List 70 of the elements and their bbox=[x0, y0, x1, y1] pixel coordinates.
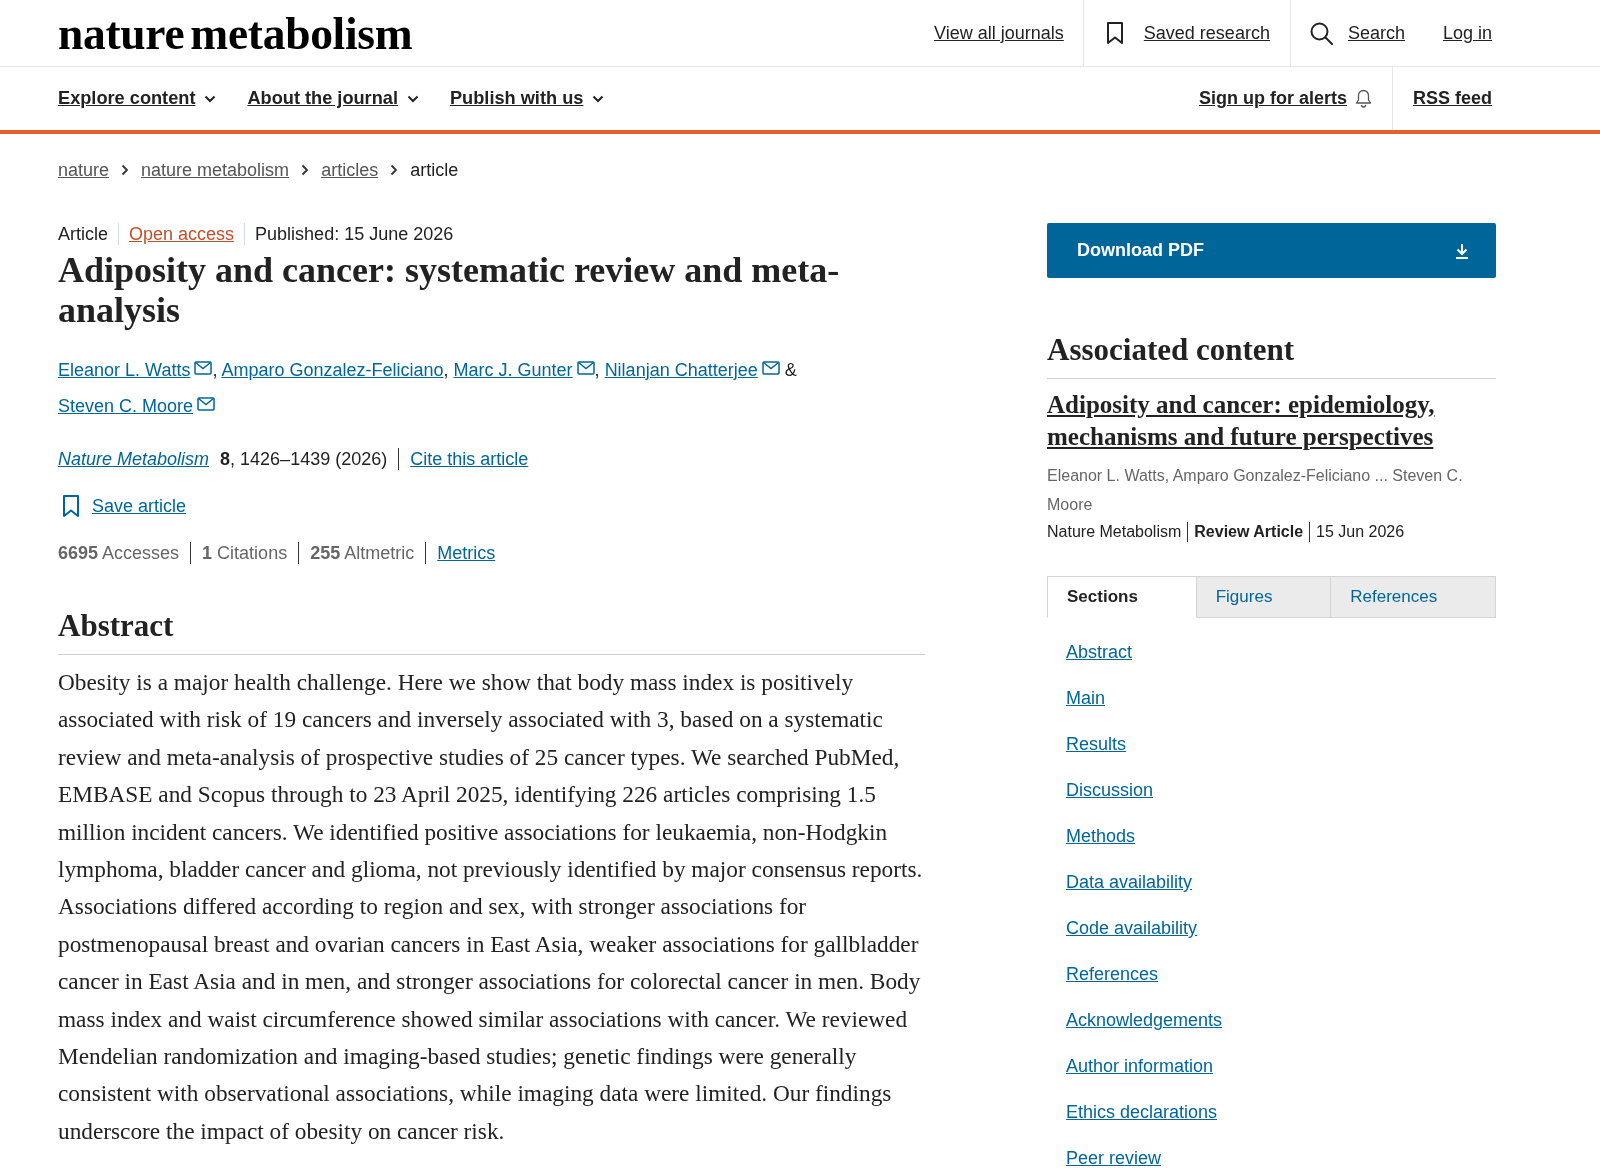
journal-link[interactable]: Nature Metabolism bbox=[58, 448, 210, 470]
author-link[interactable]: Nilanjan Chatterjee bbox=[604, 360, 758, 380]
publish-date: Published: 15 June 2026 bbox=[255, 223, 454, 245]
section-link[interactable]: Ethics declarations bbox=[1066, 1100, 1218, 1124]
author-link[interactable]: Steven C. Moore bbox=[58, 396, 194, 416]
chevron-icon bbox=[121, 164, 130, 176]
related-type: Review Article bbox=[1194, 522, 1304, 542]
section-link[interactable]: Code availability bbox=[1066, 916, 1198, 940]
section-link[interactable]: References bbox=[1066, 962, 1159, 986]
breadcrumb-link[interactable]: articles bbox=[321, 159, 379, 181]
menu-button[interactable]: About the journal bbox=[247, 88, 419, 109]
section-link[interactable]: Author information bbox=[1066, 1054, 1214, 1078]
author-separator: , bbox=[443, 360, 449, 380]
bookmark-icon bbox=[62, 494, 80, 518]
author-link[interactable]: Amparo Gonzalez-Feliciano bbox=[221, 360, 444, 380]
chevron-icon bbox=[301, 164, 310, 176]
author-link[interactable]: Eleanor L. Watts bbox=[58, 360, 191, 380]
header-link[interactable]: Search bbox=[1309, 21, 1405, 45]
section-link[interactable]: Peer review bbox=[1066, 1146, 1162, 1170]
tab[interactable]: Sections bbox=[1047, 576, 1197, 618]
author-link[interactable]: Marc J. Gunter bbox=[453, 360, 573, 380]
site-logo[interactable]: nature metabolism bbox=[58, 9, 413, 59]
breadcrumb-current: article bbox=[410, 159, 459, 181]
section-link[interactable]: Discussion bbox=[1066, 778, 1154, 802]
section-link[interactable]: Abstract bbox=[1066, 640, 1133, 664]
associated-content-heading: Associated content bbox=[1047, 332, 1496, 379]
section-link[interactable]: Acknowledgements bbox=[1066, 1008, 1223, 1032]
section-link[interactable]: Methods bbox=[1066, 824, 1136, 848]
bell-icon bbox=[1354, 89, 1372, 108]
author-separator: , bbox=[212, 360, 218, 380]
metrics-link[interactable]: Metrics bbox=[437, 542, 496, 564]
related-date: 15 Jun 2026 bbox=[1316, 522, 1405, 542]
menu-button[interactable]: Explore content bbox=[58, 88, 217, 109]
tab[interactable]: References bbox=[1331, 576, 1496, 618]
abstract-heading: Abstract bbox=[58, 608, 925, 655]
download-pdf-button[interactable]: Download PDF bbox=[1047, 223, 1496, 278]
caret-icon bbox=[592, 94, 605, 103]
caret-icon bbox=[407, 94, 419, 103]
header-link[interactable]: Saved research bbox=[1105, 21, 1270, 45]
metric-stat: 1 Citations bbox=[202, 542, 288, 564]
metric-stat: 6695 Accesses bbox=[58, 542, 180, 564]
tab[interactable]: Figures bbox=[1196, 576, 1332, 618]
section-link[interactable]: Data availability bbox=[1066, 870, 1193, 894]
save-article-link[interactable]: Save article bbox=[62, 494, 187, 518]
bookmark-icon bbox=[1105, 21, 1124, 45]
header-link[interactable]: Sign up for alerts bbox=[1198, 88, 1372, 109]
header-link[interactable]: RSS feed bbox=[1412, 88, 1492, 109]
menu-button[interactable]: Publish with us bbox=[450, 88, 605, 109]
breadcrumb-link[interactable]: nature metabolism bbox=[141, 159, 290, 181]
abstract-text: Obesity is a major health challenge. Here we show that body mass index is positively associated with risk of 19 cancers and inversely associated with 3, based on a systematic review and meta-analysis of prospective studies of 25 cancer types. We searched PubMed, EMBASE and Scopus through to 23 April 2025, identifying 226 articles comprising 1.5 million incident cancers. We identified positive associations for leukaemia, non-Hodgkin lymphoma, bladder cancer and glioma, not previously identified by major consensus reports. Associations differed according to region and sex, with stronger associations for postmenopausal breast and ovarian cancers in East Asia, weaker associations for gallbladder cancer in East Asia and in men, and stronger associations for colorectal cancer in men. Body mass index and waist circumference showed similar associations with cancer. We reviewed Mendelian randomization and imaging-based studies; genetic findings were generally consistent with observational associations, while imaging data were limited. Our findings underscore the impact of obesity on cancer risk. bbox=[58, 668, 924, 1146]
header-link[interactable]: View all journals bbox=[934, 22, 1064, 44]
open-access-link[interactable]: Open access bbox=[129, 223, 235, 245]
article-type: Article bbox=[58, 223, 108, 245]
chevron-icon bbox=[390, 164, 399, 176]
author-separator: & bbox=[783, 360, 797, 380]
section-link[interactable]: Main bbox=[1066, 686, 1105, 710]
download-icon bbox=[1455, 242, 1469, 259]
cite-article-link[interactable]: Cite this article bbox=[410, 448, 529, 470]
section-link[interactable]: Results bbox=[1066, 732, 1127, 756]
related-article-link[interactable]: Adiposity and cancer: epidemiology, mechanisms and future perspectives bbox=[1047, 389, 1496, 453]
author-separator: , bbox=[594, 360, 600, 380]
search-icon bbox=[1309, 21, 1333, 45]
related-journal: Nature Metabolism bbox=[1047, 522, 1182, 542]
article-title: Adiposity and cancer: systematic review and meta-analysis bbox=[58, 250, 841, 330]
citation-text: 8, 1426–1439 (2026) bbox=[220, 448, 388, 470]
related-authors: Eleanor L. Watts, Amparo Gonzalez-Feliciano ... Steven C. Moore bbox=[1047, 466, 1464, 515]
header-link[interactable]: Log in bbox=[1442, 22, 1492, 44]
metric-stat: 255 Altmetric bbox=[310, 542, 415, 564]
breadcrumb-link[interactable]: nature bbox=[58, 159, 110, 181]
caret-icon bbox=[204, 94, 217, 103]
